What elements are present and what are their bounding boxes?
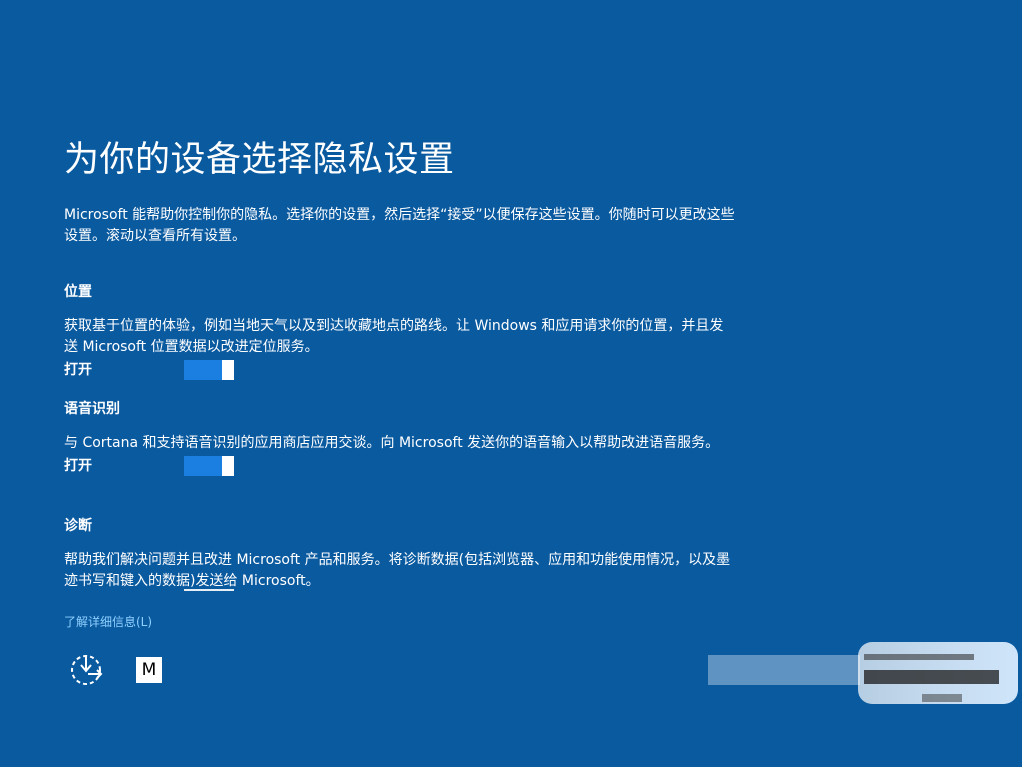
diagnostics-heading: 诊断	[64, 518, 92, 534]
location-section: 位置 获取基于位置的体验，例如当地天气以及到达收藏地点的路线。让 Windows…	[64, 282, 736, 382]
location-toggle-row: 打开	[64, 360, 736, 382]
watermark-logo-icon	[858, 642, 1018, 704]
diagnostics-section: 诊断 帮助我们解决问题并且改进 Microsoft 产品和服务。将诊断数据(包括…	[64, 516, 736, 592]
location-toggle-knob	[222, 360, 234, 380]
diagnostics-description: 帮助我们解决问题并且改进 Microsoft 产品和服务。将诊断数据(包括浏览器…	[64, 552, 731, 589]
bottom-toolbar: M	[68, 652, 162, 688]
location-toggle[interactable]	[184, 360, 234, 380]
speech-toggle[interactable]	[184, 456, 234, 476]
intro-text: Microsoft 能帮助你控制你的隐私。选择你的设置，然后选择“接受”以便保存…	[64, 207, 735, 244]
location-toggle-label: 打开	[64, 362, 92, 378]
speech-heading: 语音识别	[64, 401, 120, 417]
speech-toggle-row: 打开	[64, 456, 736, 478]
page-title: 为你的设备选择隐私设置	[64, 140, 455, 180]
diagnostics-toggle-partial[interactable]	[184, 589, 234, 591]
speech-section: 语音识别 与 Cortana 和支持语音识别的应用商店应用交谈。向 Micros…	[64, 399, 736, 478]
speech-toggle-label: 打开	[64, 458, 92, 474]
ease-of-access-icon[interactable]	[68, 652, 104, 688]
speech-toggle-knob	[222, 456, 234, 476]
input-method-icon[interactable]: M	[136, 657, 162, 683]
learn-more-link[interactable]: 了解详细信息(L)	[64, 613, 152, 630]
speech-description: 与 Cortana 和支持语音识别的应用商店应用交谈。向 Microsoft 发…	[64, 435, 720, 451]
location-description: 获取基于位置的体验，例如当地天气以及到达收藏地点的路线。让 Windows 和应…	[64, 318, 724, 355]
watermark-strip	[708, 655, 860, 685]
location-heading: 位置	[64, 284, 92, 300]
